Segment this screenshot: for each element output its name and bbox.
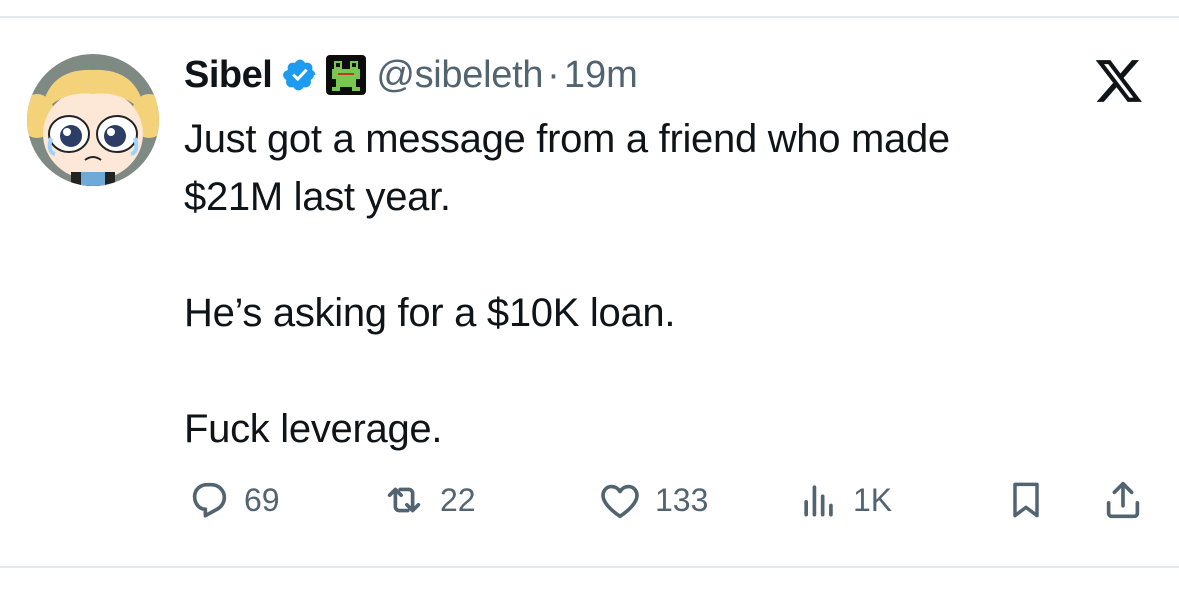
header-separator: · xyxy=(547,53,560,96)
tweet-text-line: Just got a message from a friend who mad… xyxy=(184,117,950,161)
avatar[interactable] xyxy=(27,54,159,186)
heart-icon xyxy=(597,477,643,523)
verified-badge-icon xyxy=(282,57,318,93)
reply-icon xyxy=(186,477,232,523)
share-button[interactable] xyxy=(1100,476,1146,524)
views-count: 1K xyxy=(853,481,893,518)
author-name[interactable]: Sibel xyxy=(184,54,273,97)
top-divider xyxy=(0,16,1179,18)
like-count: 133 xyxy=(655,481,709,518)
tweet-text: Just got a message from a friend who mad… xyxy=(184,110,1124,458)
tweet-text-line: Fuck leverage. xyxy=(184,407,443,451)
bookmark-icon xyxy=(1004,477,1048,523)
timestamp[interactable]: 19m xyxy=(564,54,638,97)
tweet-text-line: He’s asking for a $10K loan. xyxy=(184,291,676,335)
views-icon xyxy=(797,477,841,523)
repost-icon xyxy=(380,477,428,523)
repost-count: 22 xyxy=(440,481,476,518)
bottom-divider xyxy=(0,566,1179,568)
views-button[interactable]: 1K xyxy=(797,476,892,524)
repost-button[interactable]: 22 xyxy=(380,476,476,524)
bookmark-button[interactable] xyxy=(1004,476,1048,524)
frog-badge-icon xyxy=(326,55,367,95)
reply-count: 69 xyxy=(244,481,280,518)
author-handle[interactable]: @sibeleth xyxy=(376,54,543,97)
reply-button[interactable]: 69 xyxy=(186,476,280,524)
like-button[interactable]: 133 xyxy=(597,476,708,524)
share-icon xyxy=(1100,477,1146,523)
tweet-text-line: $21M last year. xyxy=(184,175,451,219)
tweet-header: Sibel @sibeleth · 19m xyxy=(184,50,638,100)
x-logo-icon xyxy=(1094,58,1144,104)
